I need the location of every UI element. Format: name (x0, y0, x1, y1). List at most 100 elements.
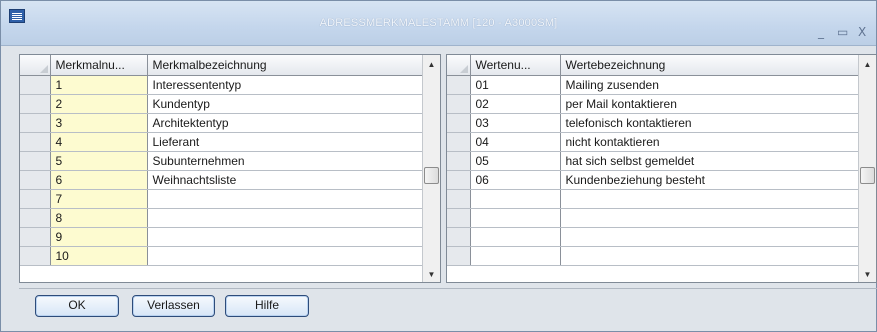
table-row[interactable]: 04 nicht kontaktieren (447, 132, 860, 152)
minimize-button[interactable]: _ (818, 25, 824, 39)
table-row[interactable]: 2 Kundentyp (20, 94, 425, 114)
merkmalbezeichnung-cell[interactable]: Kundentyp (147, 94, 425, 114)
scroll-thumb[interactable] (860, 167, 875, 184)
merkmalnummer-cell[interactable]: 8 (50, 208, 148, 228)
exit-button[interactable]: Verlassen (132, 295, 215, 317)
scroll-up-icon[interactable]: ▲ (859, 60, 876, 69)
table-row[interactable]: 6 Weihnachtsliste (20, 170, 425, 190)
table-row[interactable]: 4 Lieferant (20, 132, 425, 152)
row-selector[interactable] (447, 189, 471, 209)
wertebezeichnung-cell[interactable]: telefonisch kontaktieren (560, 113, 860, 133)
merkmalnummer-cell[interactable]: 1 (50, 75, 148, 95)
close-button[interactable]: X (858, 25, 866, 39)
table-row[interactable]: 9 (20, 227, 425, 247)
row-selector[interactable] (20, 94, 51, 114)
wertebezeichnung-cell[interactable] (560, 189, 860, 209)
table-row[interactable]: 8 (20, 208, 425, 228)
wertenummer-cell[interactable] (470, 246, 561, 266)
table-row[interactable]: 10 (20, 246, 425, 266)
merkmal-scrollbar[interactable]: ▲ ▼ (422, 55, 440, 282)
wertebezeichnung-cell[interactable]: Kundenbeziehung besteht (560, 170, 860, 190)
row-selector[interactable] (447, 94, 471, 114)
wertenummer-cell[interactable]: 01 (470, 75, 561, 95)
merkmalbezeichnung-cell[interactable] (147, 227, 425, 247)
wertenummer-cell[interactable]: 05 (470, 151, 561, 171)
select-all-corner[interactable] (20, 55, 51, 76)
row-selector[interactable] (20, 75, 51, 95)
column-header-merkmalbezeichnung[interactable]: Merkmalbezeichnung (147, 55, 425, 76)
wertebezeichnung-cell[interactable]: nicht kontaktieren (560, 132, 860, 152)
merkmalnummer-cell[interactable]: 9 (50, 227, 148, 247)
ok-button[interactable]: OK (35, 295, 119, 317)
merkmalbezeichnung-cell[interactable]: Architektentyp (147, 113, 425, 133)
row-selector[interactable] (447, 208, 471, 228)
merkmalbezeichnung-cell[interactable] (147, 246, 425, 266)
wertebezeichnung-cell[interactable]: Mailing zusenden (560, 75, 860, 95)
table-row[interactable]: 06 Kundenbeziehung besteht (447, 170, 860, 190)
merkmalbezeichnung-cell[interactable]: Subunternehmen (147, 151, 425, 171)
row-selector[interactable] (20, 113, 51, 133)
wertenummer-cell[interactable]: 06 (470, 170, 561, 190)
merkmalnummer-cell[interactable]: 3 (50, 113, 148, 133)
row-selector[interactable] (447, 75, 471, 95)
row-selector[interactable] (20, 151, 51, 171)
table-row[interactable] (447, 227, 860, 247)
wertebezeichnung-cell[interactable] (560, 208, 860, 228)
column-header-wertenummer[interactable]: Wertenu... (470, 55, 561, 76)
row-selector[interactable] (447, 151, 471, 171)
table-row[interactable]: 01 Mailing zusenden (447, 75, 860, 95)
wertenummer-cell[interactable]: 03 (470, 113, 561, 133)
werte-scrollbar[interactable]: ▲ ▼ (858, 55, 876, 282)
scroll-up-icon[interactable]: ▲ (423, 60, 440, 69)
row-selector[interactable] (447, 132, 471, 152)
row-selector[interactable] (20, 189, 51, 209)
table-row[interactable]: 03 telefonisch kontaktieren (447, 113, 860, 133)
table-row[interactable]: 1 Interessententyp (20, 75, 425, 95)
wertenummer-cell[interactable] (470, 208, 561, 228)
row-selector[interactable] (20, 132, 51, 152)
wertenummer-cell[interactable]: 02 (470, 94, 561, 114)
title-bar[interactable]: ADRESSMERKMALESTAMM [120 - A3000SM] _ ▭ … (1, 1, 876, 46)
wertenummer-cell[interactable]: 04 (470, 132, 561, 152)
row-selector[interactable] (20, 246, 51, 266)
wertebezeichnung-cell[interactable] (560, 246, 860, 266)
merkmalbezeichnung-cell[interactable]: Weihnachtsliste (147, 170, 425, 190)
scroll-thumb[interactable] (424, 167, 439, 184)
column-header-wertebezeichnung[interactable]: Wertebezeichnung (560, 55, 860, 76)
wertenummer-cell[interactable] (470, 189, 561, 209)
row-selector[interactable] (447, 170, 471, 190)
merkmalbezeichnung-cell[interactable]: Lieferant (147, 132, 425, 152)
column-header-merkmalnummer[interactable]: Merkmalnu... (50, 55, 148, 76)
maximize-button[interactable]: ▭ (837, 25, 848, 39)
merkmalnummer-cell[interactable]: 6 (50, 170, 148, 190)
row-selector[interactable] (20, 170, 51, 190)
merkmalbezeichnung-cell[interactable] (147, 189, 425, 209)
merkmalnummer-cell[interactable]: 4 (50, 132, 148, 152)
help-button[interactable]: Hilfe (225, 295, 309, 317)
select-all-corner[interactable] (447, 55, 471, 76)
table-row[interactable] (447, 208, 860, 228)
scroll-down-icon[interactable]: ▼ (423, 270, 440, 279)
row-selector[interactable] (20, 208, 51, 228)
wertebezeichnung-cell[interactable]: per Mail kontaktieren (560, 94, 860, 114)
row-selector[interactable] (447, 227, 471, 247)
wertebezeichnung-cell[interactable] (560, 227, 860, 247)
merkmalbezeichnung-cell[interactable] (147, 208, 425, 228)
table-row[interactable]: 3 Architektentyp (20, 113, 425, 133)
table-row[interactable]: 05 hat sich selbst gemeldet (447, 151, 860, 171)
row-selector[interactable] (20, 227, 51, 247)
merkmalnummer-cell[interactable]: 5 (50, 151, 148, 171)
merkmalbezeichnung-cell[interactable]: Interessententyp (147, 75, 425, 95)
merkmalnummer-cell[interactable]: 2 (50, 94, 148, 114)
merkmalnummer-cell[interactable]: 10 (50, 246, 148, 266)
wertebezeichnung-cell[interactable]: hat sich selbst gemeldet (560, 151, 860, 171)
table-row[interactable]: 5 Subunternehmen (20, 151, 425, 171)
wertenummer-cell[interactable] (470, 227, 561, 247)
row-selector[interactable] (447, 246, 471, 266)
table-row[interactable] (447, 189, 860, 209)
table-row[interactable] (447, 246, 860, 266)
table-row[interactable]: 7 (20, 189, 425, 209)
table-row[interactable]: 02 per Mail kontaktieren (447, 94, 860, 114)
scroll-down-icon[interactable]: ▼ (859, 270, 876, 279)
merkmalnummer-cell[interactable]: 7 (50, 189, 148, 209)
